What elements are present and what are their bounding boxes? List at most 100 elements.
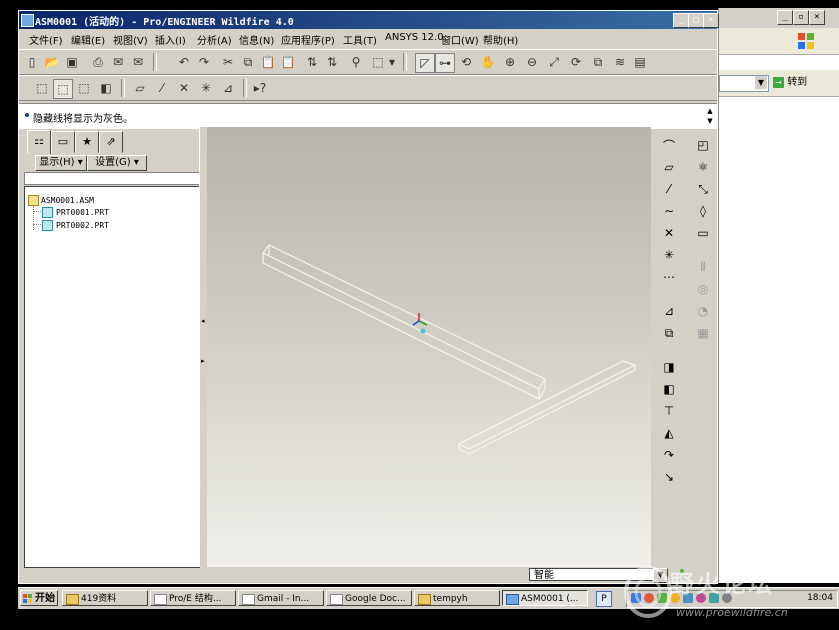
annotation-icon[interactable]: ⊿ xyxy=(219,79,237,97)
shell-icon[interactable]: ◭ xyxy=(659,423,679,443)
regenerate-manager-icon[interactable]: ⇅ xyxy=(323,53,341,71)
extrude-icon[interactable]: ◨ xyxy=(659,357,679,377)
mirror-icon[interactable]: ⫴ xyxy=(693,257,713,277)
datum-csys-icon[interactable]: ✳ xyxy=(659,245,679,265)
taskbar-item[interactable]: 419资料 xyxy=(62,590,148,606)
open-folder-icon[interactable]: 📂 xyxy=(43,53,61,71)
menu-applications[interactable]: 应用程序(P) xyxy=(281,32,335,47)
datum-curve-icon[interactable]: ∼ xyxy=(659,201,679,221)
repaint-icon[interactable]: ◸ xyxy=(415,53,435,73)
paste-icon[interactable]: 📋 xyxy=(259,53,277,71)
coordinate-systems-icon[interactable]: ✳ xyxy=(197,79,215,97)
refit-icon[interactable]: ⤢ xyxy=(545,53,563,71)
paste-special-icon[interactable]: 📋 xyxy=(279,53,297,71)
tab-folder-browser[interactable]: ▭ xyxy=(51,131,75,153)
analysis-feature-icon[interactable]: ⋯ xyxy=(659,267,679,287)
copy-icon[interactable]: ⧉ xyxy=(239,53,257,71)
reorient-icon[interactable]: ⟳ xyxy=(567,53,585,71)
cut-icon[interactable]: ✂ xyxy=(219,53,237,71)
view-manager-icon[interactable]: ▤ xyxy=(631,53,649,71)
menu-info[interactable]: 信息(N) xyxy=(239,32,274,47)
tree-node-assembly[interactable]: ASM0001.ASM xyxy=(41,196,94,205)
regenerate-icon[interactable]: ⇅ xyxy=(303,53,321,71)
tree-filter-input[interactable] xyxy=(24,172,200,185)
blend-icon[interactable]: ◊ xyxy=(693,201,713,221)
show-dropdown[interactable]: 显示(H) ▾ xyxy=(35,155,87,171)
tab-model-tree[interactable]: ⚏ xyxy=(27,130,51,154)
revolve-icon[interactable]: ◧ xyxy=(659,379,679,399)
wireframe-icon[interactable]: ⬚ xyxy=(33,79,51,97)
email-icon[interactable]: ✉ xyxy=(109,53,127,71)
taskbar-item[interactable]: Pro/E 结构... xyxy=(150,590,236,606)
datum-axis-icon[interactable]: ⁄ xyxy=(659,179,679,199)
pattern-icon[interactable]: ⚛ xyxy=(693,157,713,177)
taskbar-item[interactable]: Gmail - In... xyxy=(238,590,324,606)
hole-icon[interactable]: ⊤ xyxy=(659,401,679,421)
orient-mode-icon[interactable]: ⟲ xyxy=(457,53,475,71)
saved-views-icon[interactable]: ⧉ xyxy=(589,53,607,71)
context-help-icon[interactable]: ▸? xyxy=(251,79,269,97)
menu-analysis[interactable]: 分析(A) xyxy=(197,32,232,47)
quick-launch-icon[interactable]: P xyxy=(596,591,612,607)
start-button[interactable]: 开始 xyxy=(20,590,58,606)
create-component-icon[interactable]: ⧉ xyxy=(659,323,679,343)
expand-right-icon[interactable]: ▸ xyxy=(201,357,205,365)
datum-planes-icon[interactable]: ▱ xyxy=(131,79,149,97)
chevron-down-icon[interactable]: ▼ xyxy=(755,76,767,89)
collapse-left-icon[interactable]: ◂ xyxy=(201,317,205,325)
spin-center-icon[interactable]: ⊶ xyxy=(435,53,455,73)
taskbar-item[interactable]: tempyh xyxy=(414,590,500,606)
chevron-down-icon[interactable]: ▾ xyxy=(387,53,397,71)
shading-icon[interactable]: ◧ xyxy=(97,79,115,97)
close-button[interactable]: × xyxy=(703,13,719,28)
tree-node-part[interactable]: PRT0001.PRT xyxy=(56,208,109,217)
menu-ansys[interactable]: ANSYS 12.0 xyxy=(385,32,444,43)
zoom-in-icon[interactable]: ⊕ xyxy=(501,53,519,71)
menu-tools[interactable]: 工具(T) xyxy=(343,32,377,47)
trim-icon[interactable]: ◔ xyxy=(693,301,713,321)
find-icon[interactable]: ⚲ xyxy=(347,53,365,71)
print-icon[interactable]: ⎙ xyxy=(89,53,107,71)
sketch-icon[interactable]: ⌒ xyxy=(659,135,679,155)
sweep-icon[interactable]: ⤡ xyxy=(693,179,713,199)
menu-view[interactable]: 视图(V) xyxy=(113,32,148,47)
datum-plane-icon[interactable]: ▱ xyxy=(659,157,679,177)
menu-insert[interactable]: 插入(I) xyxy=(155,32,186,47)
go-button[interactable]: → 转到 xyxy=(773,75,817,90)
tab-connections[interactable]: ⇗ xyxy=(99,131,123,153)
round-icon[interactable]: ↷ xyxy=(659,445,679,465)
chamfer-icon[interactable]: ↘ xyxy=(659,467,679,487)
boundary-icon[interactable]: ▭ xyxy=(693,223,713,243)
layers-icon[interactable]: ≋ xyxy=(611,53,629,71)
datum-point-icon[interactable]: ✕ xyxy=(659,223,679,243)
zoom-out-icon[interactable]: ⊖ xyxy=(523,53,541,71)
merge-icon[interactable]: ◎ xyxy=(693,279,713,299)
menu-file[interactable]: 文件(F) xyxy=(29,32,63,47)
bg-close-button[interactable]: × xyxy=(809,10,825,25)
undo-icon[interactable]: ↶ xyxy=(175,53,193,71)
shape-icon[interactable]: ◰ xyxy=(693,135,713,155)
grid-icon[interactable]: ▦ xyxy=(693,323,713,343)
pan-hand-icon[interactable]: ✋ xyxy=(479,53,497,71)
datum-points-icon[interactable]: ✕ xyxy=(175,79,193,97)
maximize-button[interactable]: □ xyxy=(688,13,704,28)
menu-help[interactable]: 帮助(H) xyxy=(483,32,518,47)
hidden-line-icon[interactable]: ⬚ xyxy=(53,79,73,99)
redo-icon[interactable]: ↷ xyxy=(195,53,213,71)
settings-dropdown[interactable]: 设置(G) ▾ xyxy=(87,155,147,171)
new-file-icon[interactable]: ▯ xyxy=(23,53,41,71)
save-icon[interactable]: ▣ xyxy=(63,53,81,71)
select-box-icon[interactable]: ⬚ xyxy=(369,53,387,71)
taskbar-item-active[interactable]: ASM0001 (... xyxy=(502,590,588,606)
menu-window[interactable]: 窗口(W) xyxy=(441,32,479,47)
graphics-window[interactable] xyxy=(207,127,651,567)
bg-minimize-button[interactable]: _ xyxy=(777,10,793,25)
tab-favorites[interactable]: ★ xyxy=(75,131,99,153)
email-attach-icon[interactable]: ✉ xyxy=(129,53,147,71)
taskbar-item[interactable]: Google Doc... xyxy=(326,590,412,606)
datum-axes-icon[interactable]: ⁄ xyxy=(153,79,171,97)
assemble-icon[interactable]: ⊿ xyxy=(659,301,679,321)
menu-edit[interactable]: 编辑(E) xyxy=(71,32,105,47)
tree-node-part[interactable]: PRT0002.PRT xyxy=(56,221,109,230)
message-scroll-arrows[interactable]: ▲ ▼ xyxy=(705,106,715,126)
